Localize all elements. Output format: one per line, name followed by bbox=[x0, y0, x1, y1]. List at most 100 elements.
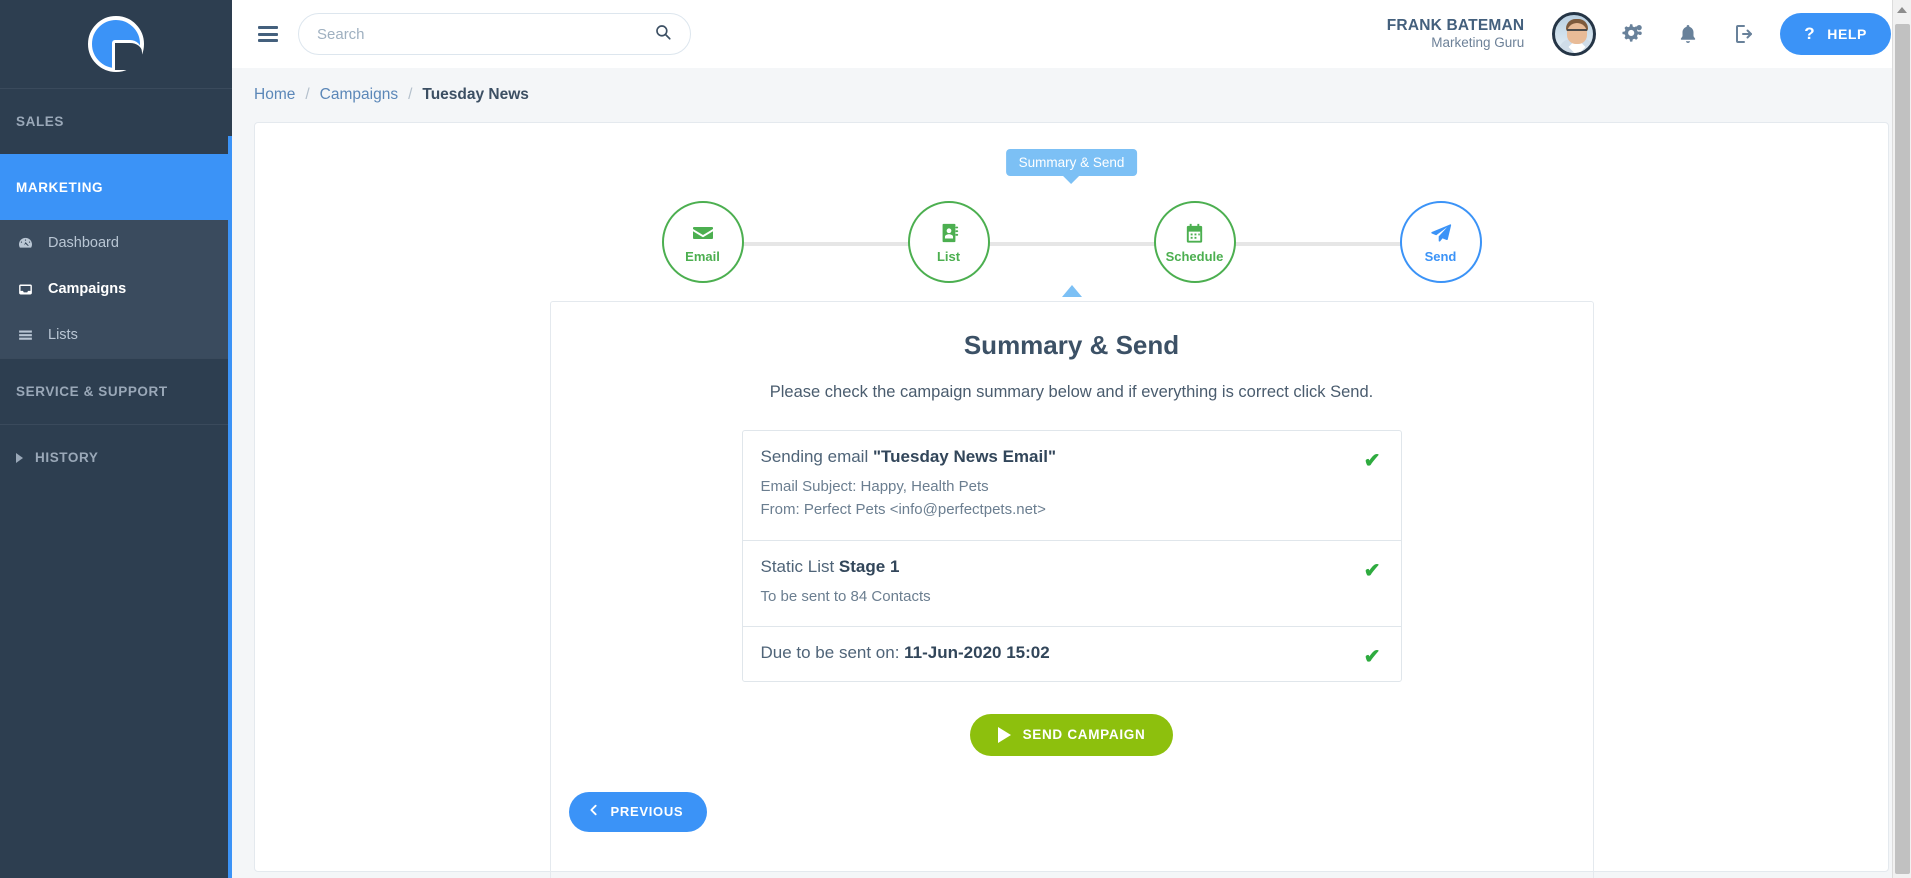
main-area: FRANK BATEMAN Marketing Guru bbox=[232, 0, 1911, 878]
hamburger-bar bbox=[258, 32, 278, 36]
summary-row-detail-line: To be sent to 84 Contacts bbox=[760, 587, 931, 605]
summary-row-prefix: Static List bbox=[760, 556, 839, 576]
step-email[interactable]: Email bbox=[661, 201, 744, 283]
sidebar: SALES MARKETING Dashboard Campaigns List… bbox=[0, 0, 232, 878]
gear-icon[interactable] bbox=[1612, 14, 1652, 54]
summary-row-list: Static List Stage 1 To be sent to 84 Con… bbox=[742, 541, 1401, 627]
search-input[interactable] bbox=[317, 25, 646, 43]
search-icon[interactable] bbox=[654, 23, 672, 46]
sidebar-item-label: Lists bbox=[48, 327, 78, 343]
lists-icon bbox=[16, 327, 34, 344]
avatar[interactable] bbox=[1552, 12, 1597, 56]
breadcrumb-item-campaigns[interactable]: Campaigns bbox=[320, 86, 398, 104]
breadcrumb-separator: / bbox=[305, 86, 310, 103]
wizard-stepper: Email List Schedule Summary & Send Send bbox=[661, 149, 1482, 297]
help-button-label: HELP bbox=[1827, 26, 1867, 42]
paper-plane-icon bbox=[1429, 220, 1453, 246]
hamburger-bar bbox=[258, 39, 278, 42]
content-panel: Email List Schedule Summary & Send Send … bbox=[254, 122, 1889, 878]
hamburger-icon[interactable] bbox=[254, 20, 282, 48]
sidebar-section-history[interactable]: HISTORY bbox=[0, 424, 232, 490]
step-pointer-icon bbox=[1061, 285, 1082, 297]
summary-card: Summary & Send Please check the campaign… bbox=[549, 301, 1594, 878]
address-book-icon bbox=[938, 220, 960, 246]
calendar-icon bbox=[1183, 220, 1206, 246]
step-label: Send bbox=[1424, 249, 1457, 264]
help-button[interactable]: ? HELP bbox=[1780, 13, 1891, 55]
sidebar-section-label: SERVICE & SUPPORT bbox=[16, 384, 168, 399]
scrollbar-up-button[interactable] bbox=[1893, 0, 1911, 19]
summary-row-heading: Due to be sent on: 11-Jun-2020 15:02 bbox=[761, 643, 1379, 663]
step-list[interactable]: List bbox=[907, 201, 990, 283]
page-subtitle: Please check the campaign summary below … bbox=[769, 383, 1374, 401]
sidebar-item-label: Campaigns bbox=[48, 281, 127, 297]
app-logo-icon bbox=[88, 16, 144, 72]
search-box[interactable] bbox=[298, 13, 691, 55]
previous-button-label: PREVIOUS bbox=[610, 804, 684, 820]
breadcrumb: Home / Campaigns / Tuesday News bbox=[232, 68, 1911, 122]
logout-icon[interactable] bbox=[1724, 14, 1764, 54]
summary-row-value: Stage 1 bbox=[838, 556, 900, 576]
content-area: Email List Schedule Summary & Send Send … bbox=[232, 122, 1911, 878]
summary-row-schedule: Due to be sent on: 11-Jun-2020 15:02 ✔ bbox=[743, 627, 1401, 681]
sidebar-section-label: MARKETING bbox=[16, 179, 104, 195]
step-schedule[interactable]: Schedule bbox=[1153, 201, 1236, 283]
dashboard-icon bbox=[16, 235, 34, 252]
user-info[interactable]: FRANK BATEMAN Marketing Guru bbox=[1387, 16, 1525, 52]
step-label: Email bbox=[685, 249, 720, 264]
tooltip-arrow-icon bbox=[1063, 176, 1080, 184]
breadcrumb-item-home[interactable]: Home bbox=[254, 86, 295, 104]
step-tooltip: Summary & Send bbox=[1005, 149, 1138, 184]
summary-row-detail: To be sent to 84 Contacts bbox=[761, 585, 1379, 608]
summary-row-heading: Static List Stage 1 bbox=[761, 557, 1379, 577]
envelope-icon bbox=[691, 220, 715, 246]
caret-right-icon bbox=[16, 452, 23, 463]
summary-list: Sending email "Tuesday News Email" Email… bbox=[741, 430, 1402, 682]
sidebar-item-lists[interactable]: Lists bbox=[0, 312, 232, 358]
step-label: Schedule bbox=[1165, 249, 1224, 264]
summary-row-prefix: Due to be sent on: bbox=[760, 642, 905, 662]
send-campaign-button[interactable]: SEND CAMPAIGN bbox=[969, 713, 1174, 756]
summary-row-prefix: Sending email bbox=[760, 447, 873, 466]
sidebar-section-label: HISTORY bbox=[35, 450, 99, 465]
summary-row-email: Sending email "Tuesday News Email" Email… bbox=[742, 431, 1401, 541]
page-scrollbar[interactable] bbox=[1892, 0, 1911, 878]
scrollbar-thumb[interactable] bbox=[1895, 24, 1910, 874]
sidebar-item-dashboard[interactable]: Dashboard bbox=[0, 220, 232, 266]
previous-button[interactable]: PREVIOUS bbox=[568, 791, 708, 832]
bell-icon[interactable] bbox=[1668, 14, 1708, 54]
hamburger-bar bbox=[258, 26, 278, 29]
breadcrumb-item-current: Tuesday News bbox=[422, 86, 529, 103]
play-icon bbox=[997, 726, 1011, 743]
send-button-row: SEND CAMPAIGN bbox=[551, 713, 1593, 756]
send-campaign-label: SEND CAMPAIGN bbox=[1022, 727, 1146, 743]
sidebar-section-sales[interactable]: SALES bbox=[0, 88, 232, 154]
marketing-submenu: Dashboard Campaigns Lists bbox=[0, 220, 232, 358]
sidebar-section-service-support[interactable]: SERVICE & SUPPORT bbox=[0, 358, 232, 424]
summary-row-detail-line: Email Subject: Happy, Health Pets bbox=[760, 478, 989, 495]
app-root: SALES MARKETING Dashboard Campaigns List… bbox=[0, 0, 1911, 878]
sidebar-item-campaigns[interactable]: Campaigns bbox=[0, 266, 232, 312]
breadcrumb-separator: / bbox=[408, 86, 413, 103]
summary-row-detail-line: From: Perfect Pets <info@perfectpets.net… bbox=[760, 501, 1046, 519]
page-title: Summary & Send bbox=[963, 330, 1180, 360]
stepper-steps: Email List Schedule Summary & Send Send bbox=[661, 149, 1482, 297]
sidebar-section-label: SALES bbox=[16, 114, 65, 129]
check-icon: ✔ bbox=[1363, 645, 1381, 668]
chevron-left-icon bbox=[587, 802, 600, 821]
campaigns-icon bbox=[16, 281, 34, 298]
step-send[interactable]: Summary & Send Send bbox=[1005, 149, 1482, 297]
logo-container[interactable] bbox=[0, 0, 232, 88]
summary-row-detail: Email Subject: Happy, Health Pets From: … bbox=[761, 475, 1379, 522]
sidebar-section-marketing[interactable]: MARKETING bbox=[0, 154, 232, 220]
sidebar-item-label: Dashboard bbox=[48, 235, 119, 251]
summary-row-value: "Tuesday News Email" bbox=[872, 447, 1057, 466]
check-icon: ✔ bbox=[1363, 450, 1381, 472]
top-bar: FRANK BATEMAN Marketing Guru bbox=[232, 0, 1911, 68]
previous-button-row: PREVIOUS bbox=[568, 791, 1593, 832]
arrow-up-icon bbox=[1897, 6, 1907, 13]
summary-row-heading: Sending email "Tuesday News Email" bbox=[761, 447, 1379, 467]
logo-square bbox=[112, 40, 142, 70]
user-role: Marketing Guru bbox=[1431, 35, 1525, 51]
check-icon: ✔ bbox=[1363, 559, 1381, 582]
